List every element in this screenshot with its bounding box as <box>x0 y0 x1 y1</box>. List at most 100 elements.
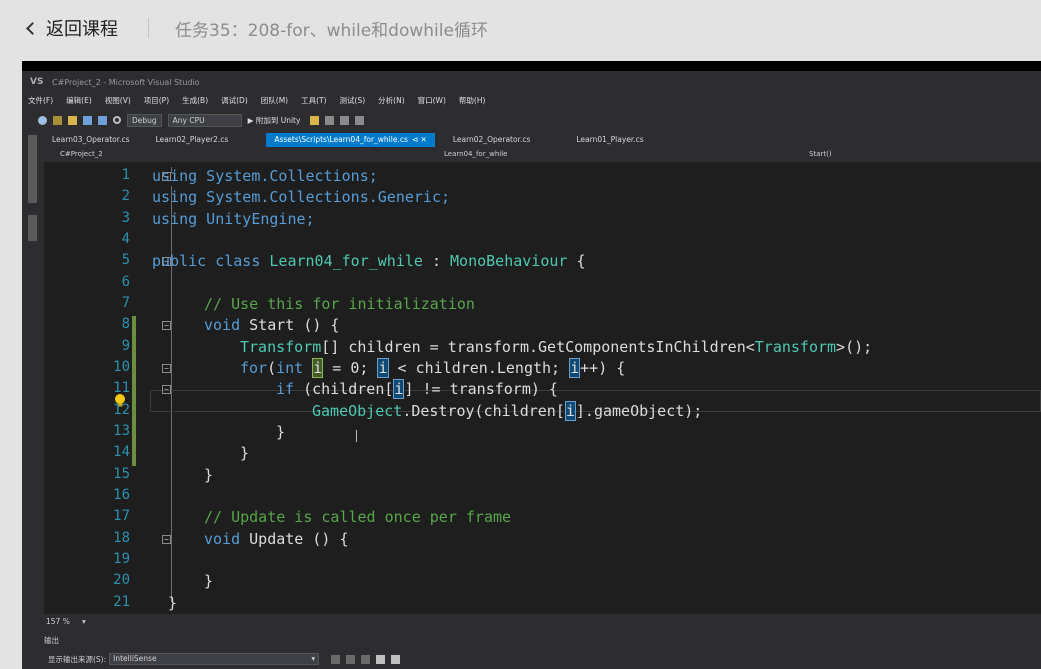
menu-help[interactable]: 帮助(H) <box>459 95 486 109</box>
code-highlight-i: i <box>312 358 324 378</box>
code-line-15: } <box>204 466 214 484</box>
menu-team[interactable]: 团队(M) <box>261 95 288 109</box>
tab-learn02-operator[interactable]: Learn02_Operator.cs <box>445 133 539 147</box>
word-wrap-icon[interactable] <box>361 654 371 664</box>
menu-build[interactable]: 生成(B) <box>182 95 208 109</box>
pin-icon[interactable] <box>310 115 320 125</box>
line-number: 15 <box>113 466 130 482</box>
tab-learn03-operator[interactable]: Learn03_Operator.cs <box>44 133 138 147</box>
server-explorer-tab[interactable] <box>28 135 37 203</box>
close-tab-icon[interactable]: ⊲ ✕ <box>412 135 427 144</box>
clear-all-icon[interactable] <box>331 654 341 664</box>
open-folder-icon[interactable] <box>68 115 77 125</box>
toggle-wrap-icon[interactable] <box>376 654 386 664</box>
menu-project[interactable]: 项目(P) <box>144 95 169 109</box>
code-using-2: using System.Collections.Generic; <box>152 188 451 206</box>
collapse-toggle-icon[interactable]: − <box>162 385 171 394</box>
format-icon[interactable] <box>325 115 335 125</box>
line-number: 19 <box>113 551 130 567</box>
line-number: 3 <box>121 210 130 226</box>
chevron-down-icon[interactable]: ▾ <box>82 617 86 626</box>
undo-icon[interactable] <box>113 116 121 124</box>
code-type: GameObject <box>312 402 403 420</box>
vs-menubar: 文件(F) 编辑(E) 视图(V) 项目(P) 生成(B) 调试(D) 团队(M… <box>22 95 498 109</box>
visual-studio-window: VS C#Project_2 - Microsoft Visual Studio… <box>22 71 1041 669</box>
line-number: 21 <box>113 594 130 610</box>
visual-studio-logo-icon: VS <box>30 77 44 87</box>
member-dropdown[interactable]: Start() <box>809 150 832 158</box>
line-number: 2 <box>121 188 130 204</box>
solution-platform-dropdown[interactable]: Any CPU <box>167 113 242 127</box>
code-class-name: Learn04_for_while <box>269 252 423 270</box>
line-number: 14 <box>113 444 130 460</box>
task-title: 任务35：208-for、while和dowhile循环 <box>175 20 488 41</box>
solution-config-dropdown[interactable]: Debug <box>127 113 162 127</box>
tab-learn04-for-while[interactable]: Assets\Scripts\Learn04_for_while.cs ⊲ ✕ <box>266 133 435 147</box>
line-number: 6 <box>121 274 130 290</box>
code-line-20: } <box>204 572 214 590</box>
attach-to-unity-button[interactable]: ▶ 附加到 Unity <box>248 115 301 126</box>
menu-window[interactable]: 窗口(W) <box>418 95 446 109</box>
project-dropdown[interactable]: C#Project_2 <box>60 150 103 158</box>
zoom-level-dropdown[interactable]: 157 % <box>46 617 70 626</box>
navigation-bar: C#Project_2 Learn04_for_while Start() <box>44 149 1041 161</box>
output-toolbar: 显示输出来源(S): IntelliSense ▾ <box>44 651 1041 667</box>
code-keyword: void <box>204 530 241 548</box>
code-keyword: if <box>276 380 295 398</box>
new-project-icon[interactable] <box>53 115 62 125</box>
code-line-13: } <box>276 423 286 441</box>
find-message-icon[interactable] <box>346 654 356 664</box>
menu-file[interactable]: 文件(F) <box>28 95 53 109</box>
collapse-toggle-icon[interactable]: − <box>162 535 171 544</box>
output-source-label: 显示输出来源(S): <box>48 654 107 664</box>
back-nav-icon[interactable] <box>38 115 47 125</box>
code-base-type: MonoBehaviour <box>450 252 568 270</box>
side-tool-strip <box>22 133 44 613</box>
comment-icon[interactable] <box>340 115 350 125</box>
menu-view[interactable]: 视图(V) <box>105 95 131 109</box>
line-number: 18 <box>113 530 130 546</box>
back-to-course-button[interactable]: 返回课程 <box>26 15 118 41</box>
code-text: ] != transform) { <box>404 380 558 398</box>
code-text: (children[ <box>294 380 394 398</box>
output-source-dropdown[interactable]: IntelliSense ▾ <box>109 653 320 665</box>
code-comment: // Update is called once per frame <box>204 508 512 526</box>
save-all-icon[interactable] <box>98 115 107 125</box>
code-text: < children.Length; <box>388 359 570 377</box>
code-highlight-i: i <box>569 358 581 378</box>
line-number: 17 <box>113 508 130 524</box>
line-number: 5 <box>121 252 130 268</box>
code-highlight-i: i <box>393 379 405 399</box>
menu-test[interactable]: 测试(S) <box>340 95 366 109</box>
code-comment: // Use this for initialization <box>204 295 475 313</box>
chevron-down-icon: ▾ <box>311 654 316 663</box>
menu-analyze[interactable]: 分析(N) <box>378 95 404 109</box>
toolbox-tab[interactable] <box>28 215 37 241</box>
code-text: = 0; <box>323 359 378 377</box>
code-line-7: // Use this for initialization <box>204 295 475 313</box>
code-type: Transform <box>240 338 322 356</box>
save-icon[interactable] <box>83 115 92 125</box>
code-editor[interactable]: 1 2 3 4 5 6 7 8 9 10 11 12 13 14 15 16 1… <box>44 162 1041 614</box>
code-keyword: for <box>240 359 268 377</box>
back-to-course-label: 返回课程 <box>46 19 118 40</box>
tab-learn02-player2[interactable]: Learn02_Player2.cs <box>148 133 237 147</box>
menu-edit[interactable]: 编辑(E) <box>66 95 92 109</box>
pin-output-icon[interactable] <box>391 654 401 664</box>
menu-tools[interactable]: 工具(T) <box>301 95 326 109</box>
code-text: .Destroy(children[ <box>402 402 565 420</box>
code-line-5: public class Learn04_for_while : MonoBeh… <box>152 252 586 270</box>
menu-debug[interactable]: 调试(D) <box>221 95 248 109</box>
class-dropdown[interactable]: Learn04_for_while <box>444 150 507 158</box>
course-header: 返回课程 任务35：208-for、while和dowhile循环 <box>0 0 1041 56</box>
tab-learn01-player[interactable]: Learn01_Player.cs <box>568 133 651 147</box>
code-text: [] children = transform.GetComponentsInC… <box>321 338 755 356</box>
collapse-toggle-icon[interactable]: − <box>162 321 171 330</box>
line-number: 12 <box>113 402 130 418</box>
video-player[interactable]: VS C#Project_2 - Microsoft Visual Studio… <box>22 61 1041 669</box>
line-number: 9 <box>121 338 130 354</box>
bookmark-icon[interactable] <box>355 115 365 125</box>
collapse-toggle-icon[interactable]: − <box>162 364 171 373</box>
code-text: ( <box>267 359 277 377</box>
